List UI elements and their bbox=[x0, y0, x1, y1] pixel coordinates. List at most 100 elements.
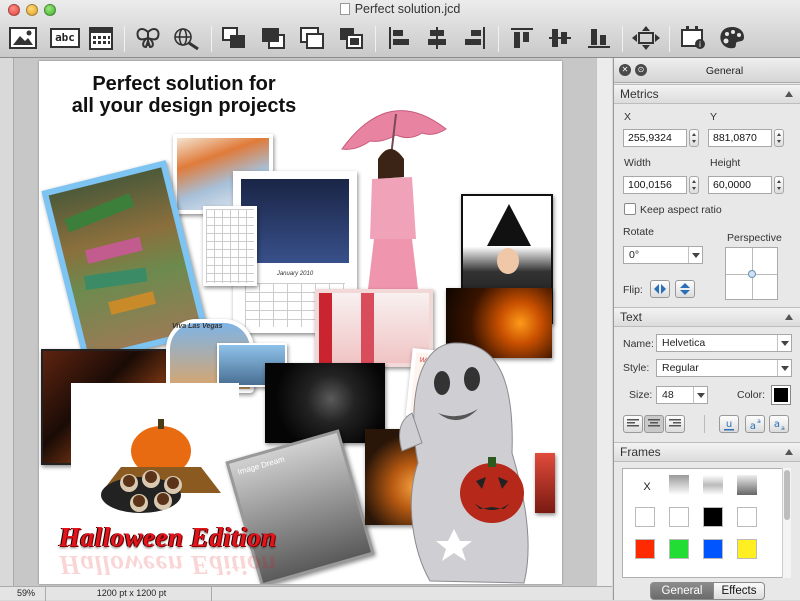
send-backward-button[interactable] bbox=[297, 23, 327, 53]
x-label: X bbox=[624, 111, 632, 123]
zoom-level[interactable]: 59% bbox=[0, 587, 46, 601]
frames-section-header[interactable]: Frames bbox=[614, 442, 800, 462]
superscript-button[interactable]: aa bbox=[745, 415, 765, 433]
document-page[interactable]: Perfect solution for all your design pro… bbox=[39, 61, 562, 584]
width-field[interactable]: 100,0156 bbox=[623, 176, 687, 194]
width-stepper[interactable] bbox=[689, 176, 699, 194]
align-left-button[interactable] bbox=[384, 23, 414, 53]
inspector-button[interactable]: i bbox=[678, 23, 708, 53]
font-size-popup[interactable]: 48 bbox=[656, 386, 708, 404]
svg-text:a: a bbox=[781, 425, 785, 430]
y-field[interactable]: 881,0870 bbox=[708, 129, 772, 147]
move-icon bbox=[632, 26, 660, 50]
flip-vertical-icon bbox=[680, 283, 690, 295]
frame-color-swatch[interactable] bbox=[669, 539, 689, 559]
document-icon bbox=[339, 3, 350, 15]
frame-color-swatch[interactable] bbox=[737, 507, 757, 527]
text-align-center-icon bbox=[648, 419, 660, 427]
headline-text[interactable]: Perfect solution for all your design pro… bbox=[39, 73, 329, 117]
perspective-control[interactable] bbox=[725, 247, 778, 300]
chevron-down-icon bbox=[777, 335, 791, 351]
canvas-scrollbar[interactable] bbox=[596, 58, 612, 586]
insert-calendar-button[interactable] bbox=[86, 23, 116, 53]
collapse-icon bbox=[785, 449, 793, 455]
colors-button[interactable] bbox=[717, 23, 747, 53]
tab-general[interactable]: General bbox=[650, 582, 714, 600]
inspector-icon: i bbox=[681, 26, 705, 49]
flip-horizontal-button[interactable] bbox=[650, 280, 670, 298]
rotate-popup[interactable]: 0° bbox=[623, 246, 703, 264]
align-middle-icon bbox=[549, 29, 571, 47]
bring-forward-button[interactable] bbox=[258, 23, 288, 53]
web-search-button[interactable] bbox=[171, 23, 201, 53]
bring-forward-icon bbox=[262, 28, 285, 49]
flip-vertical-button[interactable] bbox=[675, 280, 695, 298]
align-middle-button[interactable] bbox=[545, 23, 575, 53]
insert-image-button[interactable] bbox=[8, 23, 38, 53]
align-bottom-button[interactable] bbox=[584, 23, 614, 53]
x-field[interactable]: 255,9324 bbox=[623, 129, 687, 147]
text-color-well[interactable] bbox=[771, 385, 791, 405]
height-field[interactable]: 60,0000 bbox=[708, 176, 772, 194]
align-text-left-button[interactable] bbox=[623, 415, 643, 433]
umbrella-woman-photo[interactable] bbox=[334, 89, 452, 289]
clipart-button[interactable] bbox=[133, 23, 163, 53]
frames-scroll-thumb[interactable] bbox=[784, 470, 790, 520]
frame-color-swatch[interactable] bbox=[669, 507, 689, 527]
ghost-figurine-photo[interactable] bbox=[394, 333, 544, 584]
insert-text-button[interactable]: abc bbox=[49, 23, 81, 53]
svg-text:a: a bbox=[757, 418, 761, 425]
flip-label: Flip: bbox=[623, 284, 643, 296]
toolbar-separator bbox=[211, 26, 212, 52]
toolbar-separator bbox=[124, 26, 125, 52]
palette-icon bbox=[720, 27, 744, 49]
frame-gradient-option[interactable] bbox=[669, 475, 689, 495]
metrics-section-header[interactable]: Metrics bbox=[614, 84, 800, 104]
small-calendar-photo[interactable] bbox=[203, 206, 257, 286]
vertical-ruler bbox=[0, 58, 14, 586]
move-button[interactable] bbox=[631, 23, 661, 53]
align-right-button[interactable] bbox=[460, 23, 490, 53]
canvas-area[interactable]: Perfect solution for all your design pro… bbox=[0, 58, 612, 586]
superscript-icon: aa bbox=[750, 418, 761, 430]
frame-color-swatch[interactable] bbox=[635, 539, 655, 559]
height-stepper[interactable] bbox=[774, 176, 784, 194]
bring-to-front-button[interactable] bbox=[219, 23, 249, 53]
underline-button[interactable]: u bbox=[719, 415, 739, 433]
align-text-right-button[interactable] bbox=[665, 415, 685, 433]
svg-text:a: a bbox=[774, 419, 780, 430]
font-style-popup[interactable]: Regular bbox=[656, 359, 792, 377]
frame-gradient-option[interactable] bbox=[703, 475, 723, 495]
text-section-header[interactable]: Text bbox=[614, 307, 800, 327]
chevron-down-icon bbox=[777, 360, 791, 376]
collapse-icon bbox=[785, 314, 793, 320]
frame-color-swatch[interactable] bbox=[635, 507, 655, 527]
align-text-center-button[interactable] bbox=[644, 415, 664, 433]
text-color-swatch bbox=[774, 388, 788, 402]
send-to-back-button[interactable] bbox=[336, 23, 366, 53]
keep-aspect-checkbox[interactable] bbox=[624, 203, 636, 215]
perspective-handle[interactable] bbox=[748, 270, 756, 278]
align-top-icon bbox=[511, 28, 533, 48]
align-center-button[interactable] bbox=[422, 23, 452, 53]
y-stepper[interactable] bbox=[774, 129, 784, 147]
frames-scrollbar[interactable] bbox=[782, 468, 791, 578]
pumpkin-cupcakes-photo[interactable] bbox=[71, 383, 239, 525]
pumpkin-cupcakes-image bbox=[101, 419, 221, 513]
red-candle-photo[interactable] bbox=[535, 453, 555, 513]
frame-color-swatch[interactable] bbox=[703, 539, 723, 559]
no-frame-option[interactable]: X bbox=[637, 481, 657, 497]
x-stepper[interactable] bbox=[689, 129, 699, 147]
frame-gradient-option[interactable] bbox=[737, 475, 757, 495]
bring-front-icon bbox=[222, 27, 245, 48]
subscript-button[interactable]: aa bbox=[769, 415, 789, 433]
frame-color-swatch[interactable] bbox=[737, 539, 757, 559]
halloween-edition-text[interactable]: Halloween Edition bbox=[59, 522, 277, 553]
send-backward-icon bbox=[300, 27, 324, 49]
tab-effects[interactable]: Effects bbox=[713, 582, 765, 600]
frame-color-swatch[interactable] bbox=[703, 507, 723, 527]
align-bottom-icon bbox=[588, 29, 610, 48]
align-top-button[interactable] bbox=[507, 23, 537, 53]
font-name-popup[interactable]: Helvetica bbox=[656, 334, 792, 352]
butterfly-icon bbox=[136, 28, 160, 49]
